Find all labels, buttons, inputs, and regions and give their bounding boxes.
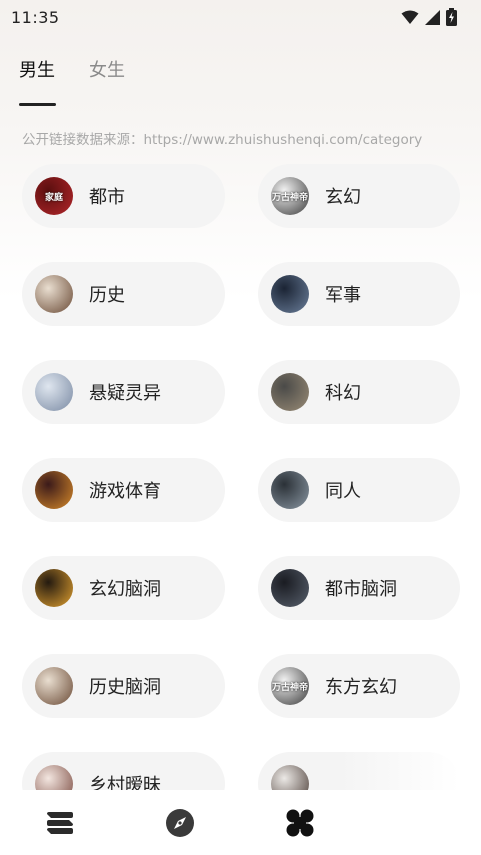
book-cover-thumbnail <box>35 373 73 411</box>
book-cover-thumbnail <box>35 471 73 509</box>
category-item[interactable]: 家庭 都市 <box>22 164 225 228</box>
tab-male[interactable]: 男生 <box>19 56 56 106</box>
book-cover-thumbnail <box>271 275 309 313</box>
cover-title: 万古神帝 <box>271 682 308 693</box>
book-cover-thumbnail <box>271 471 309 509</box>
category-item[interactable]: 游戏体育 <box>22 458 225 522</box>
category-label: 军事 <box>325 285 361 306</box>
bookshelf-icon <box>47 812 73 834</box>
nav-category[interactable] <box>284 807 316 839</box>
category-grid: 家庭 都市 万古神帝 玄幻 历史 军事 悬疑灵异 科幻 游戏体育 同人 玄幻脑洞 都市脑洞 历史脑洞 万古… <box>22 164 460 816</box>
category-label: 科幻 <box>325 383 361 404</box>
tab-female[interactable]: 女生 <box>89 56 125 96</box>
status-icons <box>401 8 457 26</box>
category-item[interactable]: 万古神帝 东方玄幻 <box>258 654 460 718</box>
category-item[interactable]: 历史 <box>22 262 225 326</box>
nav-bookshelf[interactable] <box>44 807 76 839</box>
book-cover-thumbnail <box>35 667 73 705</box>
cellular-signal-icon <box>425 9 440 25</box>
cover-title: 万古神帝 <box>271 192 308 203</box>
category-label: 玄幻脑洞 <box>89 579 161 600</box>
status-bar: 11:35 <box>0 0 481 34</box>
category-label: 都市 <box>89 187 125 208</box>
category-label: 历史 <box>89 285 125 306</box>
gender-tabs: 男生 女生 <box>19 56 125 106</box>
status-time: 11:35 <box>11 7 60 27</box>
book-cover-thumbnail <box>271 569 309 607</box>
book-cover-thumbnail <box>271 373 309 411</box>
nav-discover[interactable] <box>164 807 196 839</box>
category-item[interactable]: 都市脑洞 <box>258 556 460 620</box>
wifi-icon <box>401 10 419 24</box>
book-cover-thumbnail <box>35 275 73 313</box>
category-label: 玄幻 <box>325 187 361 208</box>
category-label: 东方玄幻 <box>325 677 397 698</box>
category-item[interactable]: 科幻 <box>258 360 460 424</box>
book-cover-thumbnail: 万古神帝 <box>271 667 309 705</box>
category-label: 都市脑洞 <box>325 579 397 600</box>
compass-icon <box>166 809 194 837</box>
category-label: 游戏体育 <box>89 481 161 502</box>
category-grid-icon <box>286 809 314 837</box>
category-label: 悬疑灵异 <box>89 383 161 404</box>
category-item[interactable]: 悬疑灵异 <box>22 360 225 424</box>
category-item[interactable]: 同人 <box>258 458 460 522</box>
bottom-nav <box>0 790 481 855</box>
source-note: 公开链接数据来源：https://www.zhuishushenqi.com/c… <box>22 132 423 148</box>
category-label: 历史脑洞 <box>89 677 161 698</box>
cover-title: 家庭 <box>44 192 63 203</box>
category-label: 同人 <box>325 481 361 502</box>
book-cover-thumbnail: 万古神帝 <box>271 177 309 215</box>
book-cover-thumbnail: 家庭 <box>35 177 73 215</box>
battery-charging-icon <box>446 8 457 26</box>
category-item[interactable]: 万古神帝 玄幻 <box>258 164 460 228</box>
book-cover-thumbnail <box>35 569 73 607</box>
category-item[interactable]: 玄幻脑洞 <box>22 556 225 620</box>
category-item[interactable]: 历史脑洞 <box>22 654 225 718</box>
category-item[interactable]: 军事 <box>258 262 460 326</box>
